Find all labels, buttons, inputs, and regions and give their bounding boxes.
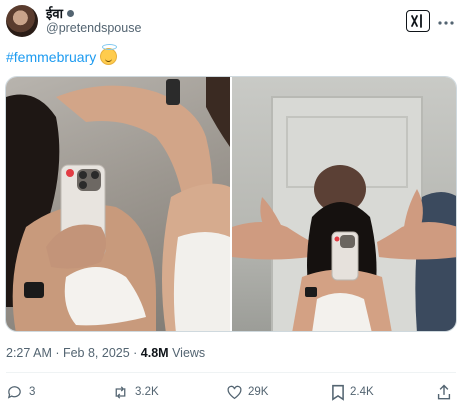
author-names: ईवा @pretendspouse (46, 6, 141, 36)
divider (6, 372, 456, 373)
tweet-text: #femmebruary (6, 44, 118, 65)
mirror-selfie-right[interactable] (232, 77, 456, 331)
bookmark-count: 2.4K (350, 386, 374, 398)
action-bar: 3 3.2K 29K 2.4K (6, 380, 452, 404)
smiling-face-with-halo-icon (100, 44, 118, 65)
photo-left-illustration (6, 77, 230, 331)
grok-icon[interactable] (406, 10, 430, 32)
media-grid (5, 76, 457, 332)
mirror-selfie-left[interactable] (6, 77, 230, 331)
verified-dot-icon (66, 10, 74, 17)
bookmark-icon (332, 384, 344, 401)
views-count: 4.8M (140, 346, 169, 360)
hashtag-link[interactable]: #femmebruary (6, 49, 96, 65)
repost-icon (115, 385, 126, 399)
grok-glyph-icon (411, 14, 422, 28)
views-label: Views (168, 346, 206, 360)
timestamp[interactable]: 2:27 AM · Feb 8, 2025 · (6, 346, 141, 360)
bookmark-button[interactable]: 2.4K (331, 384, 391, 401)
share-icon (437, 384, 451, 399)
tweet-header: ईवा @pretendspouse (6, 3, 454, 39)
repost-count: 3.2K (135, 386, 159, 398)
handle[interactable]: @pretendspouse (46, 21, 141, 36)
tweet-meta: 2:27 AM · Feb 8, 2025 · 4.8M Views (6, 346, 205, 360)
photo-right-illustration (232, 96, 456, 331)
name-row: ईवा (46, 6, 141, 21)
display-name[interactable]: ईवा (46, 6, 63, 21)
share-button[interactable] (436, 384, 452, 401)
heart-icon (227, 385, 242, 400)
reply-icon (7, 385, 21, 399)
avatar[interactable] (6, 5, 38, 37)
repost-button[interactable]: 3.2K (111, 384, 181, 401)
like-button[interactable]: 29K (226, 384, 286, 400)
ellipsis-icon (438, 21, 454, 25)
reply-count: 3 (29, 386, 36, 398)
reply-button[interactable]: 3 (6, 384, 66, 401)
like-count: 29K (248, 386, 269, 398)
more-options-icon[interactable] (438, 16, 454, 26)
